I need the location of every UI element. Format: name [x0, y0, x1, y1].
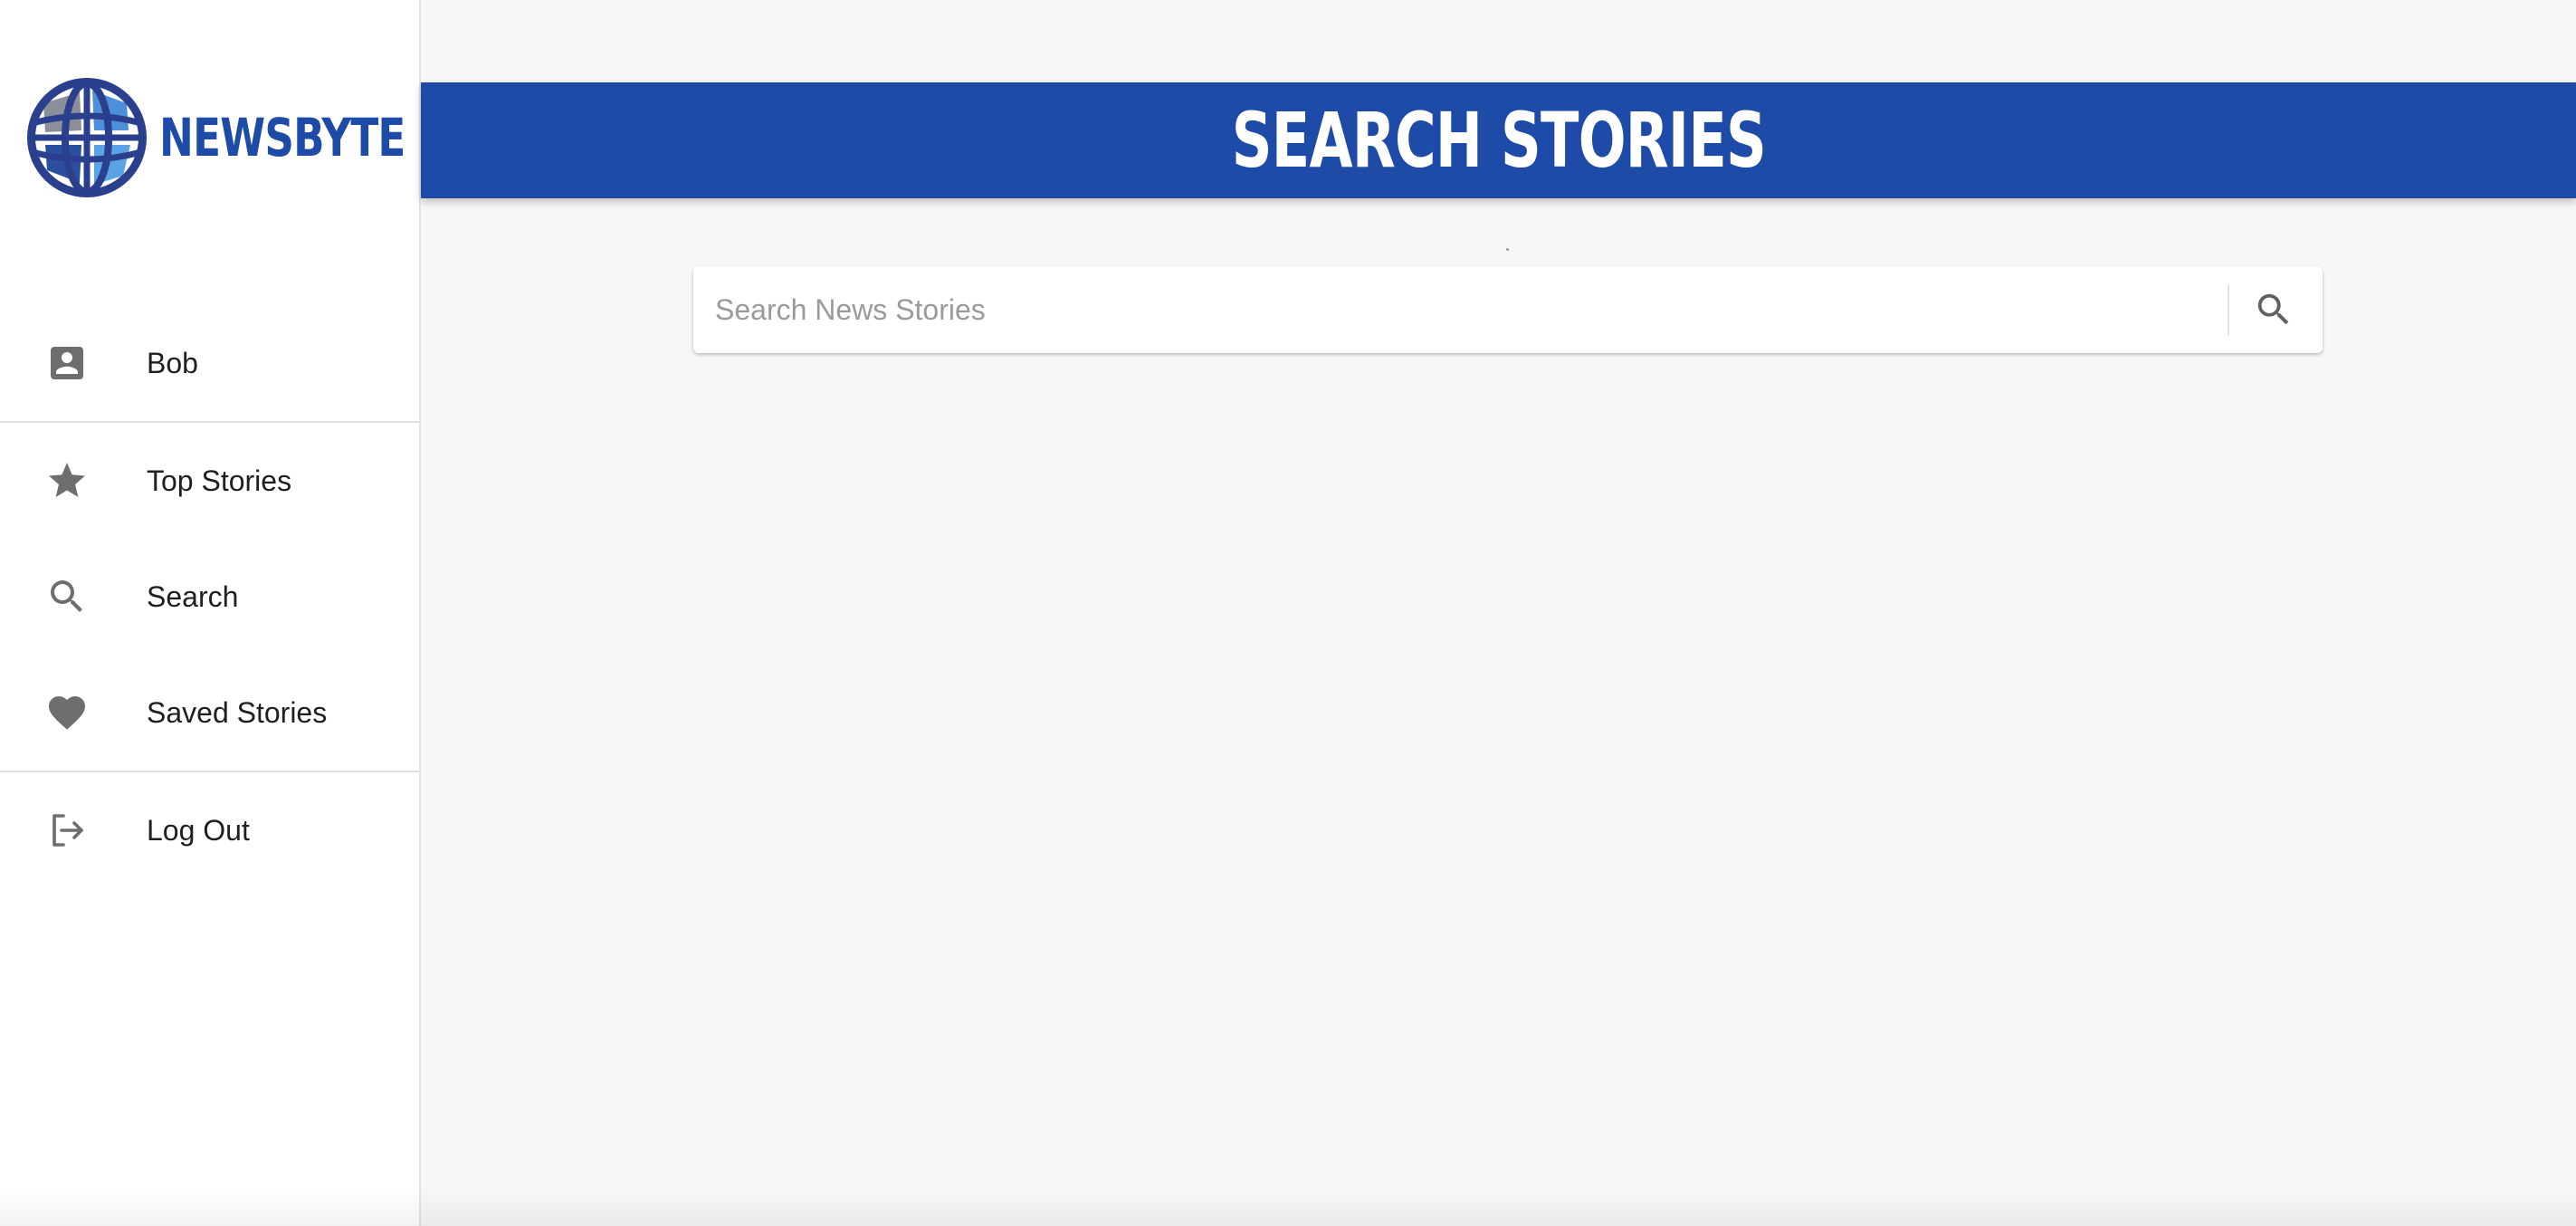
- sidebar-nav: Bob Top Stories Search Saved Stories Log…: [0, 305, 419, 888]
- search-icon: [2257, 293, 2289, 325]
- brand-name: NEWSBYTE: [159, 107, 405, 168]
- page-header: SEARCH STORIES: [421, 82, 2576, 198]
- sidebar-item-profile[interactable]: Bob: [0, 305, 419, 421]
- search-button[interactable]: [2243, 279, 2304, 340]
- main-content: SEARCH STORIES: [421, 0, 2576, 1226]
- logout-icon: [45, 809, 89, 852]
- search-bar: [693, 266, 2323, 353]
- sidebar-item-top-stories[interactable]: Top Stories: [0, 423, 419, 539]
- sidebar-item-saved-stories[interactable]: Saved Stories: [0, 655, 419, 771]
- search-divider: [2228, 284, 2229, 335]
- sidebar-item-label: Search: [147, 579, 239, 613]
- sidebar-item-label: Top Stories: [147, 464, 292, 497]
- account-box-icon: [45, 341, 89, 385]
- loading-dot: [1506, 248, 1509, 251]
- sidebar: NEWSBYTE Bob Top Stories Search Saved St…: [0, 0, 421, 1226]
- sidebar-item-label: Log Out: [147, 813, 250, 847]
- page-title: SEARCH STORIES: [1231, 96, 1766, 185]
- sidebar-item-log-out[interactable]: Log Out: [0, 772, 419, 888]
- brand[interactable]: NEWSBYTE: [25, 76, 474, 199]
- globe-icon: [27, 78, 147, 197]
- sidebar-item-search[interactable]: Search: [0, 539, 419, 655]
- sidebar-item-label: Saved Stories: [147, 695, 328, 729]
- search-input[interactable]: [693, 266, 2223, 353]
- star-icon: [45, 459, 89, 503]
- search-icon: [45, 575, 89, 618]
- sidebar-item-label: Bob: [147, 346, 198, 379]
- heart-icon: [45, 691, 89, 734]
- app-window: NEWSBYTE Bob Top Stories Search Saved St…: [0, 0, 2576, 1226]
